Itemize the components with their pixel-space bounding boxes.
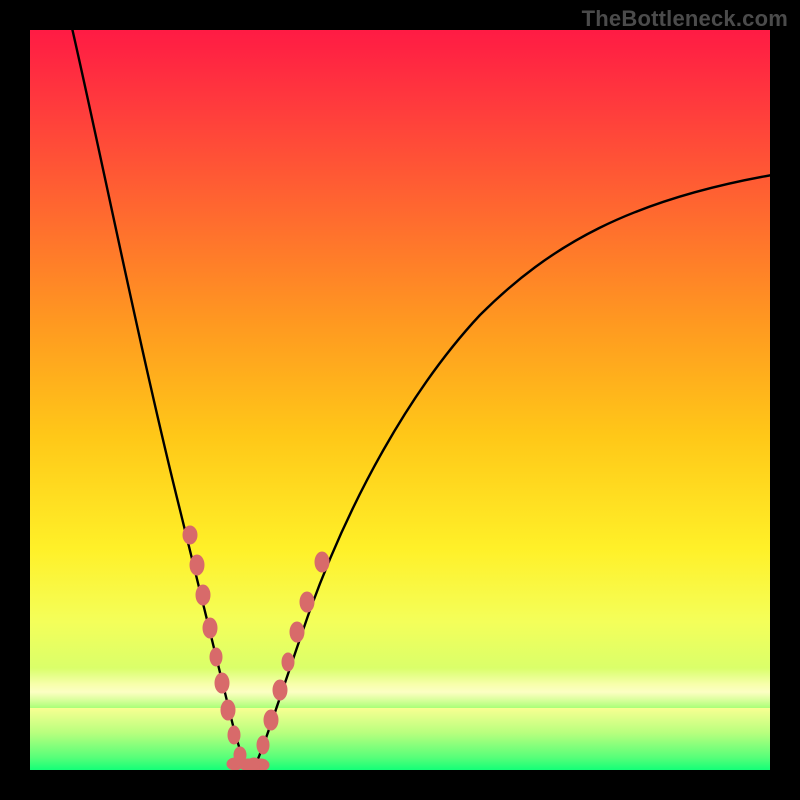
chart-frame: TheBottleneck.com (0, 0, 800, 800)
highlight-band (30, 668, 770, 708)
bottleneck-curve (30, 30, 770, 770)
curve-left (72, 30, 248, 768)
green-zone (30, 708, 770, 770)
chart-plot-area (30, 30, 770, 770)
curve-right (254, 175, 770, 768)
watermark-text: TheBottleneck.com (582, 6, 788, 32)
